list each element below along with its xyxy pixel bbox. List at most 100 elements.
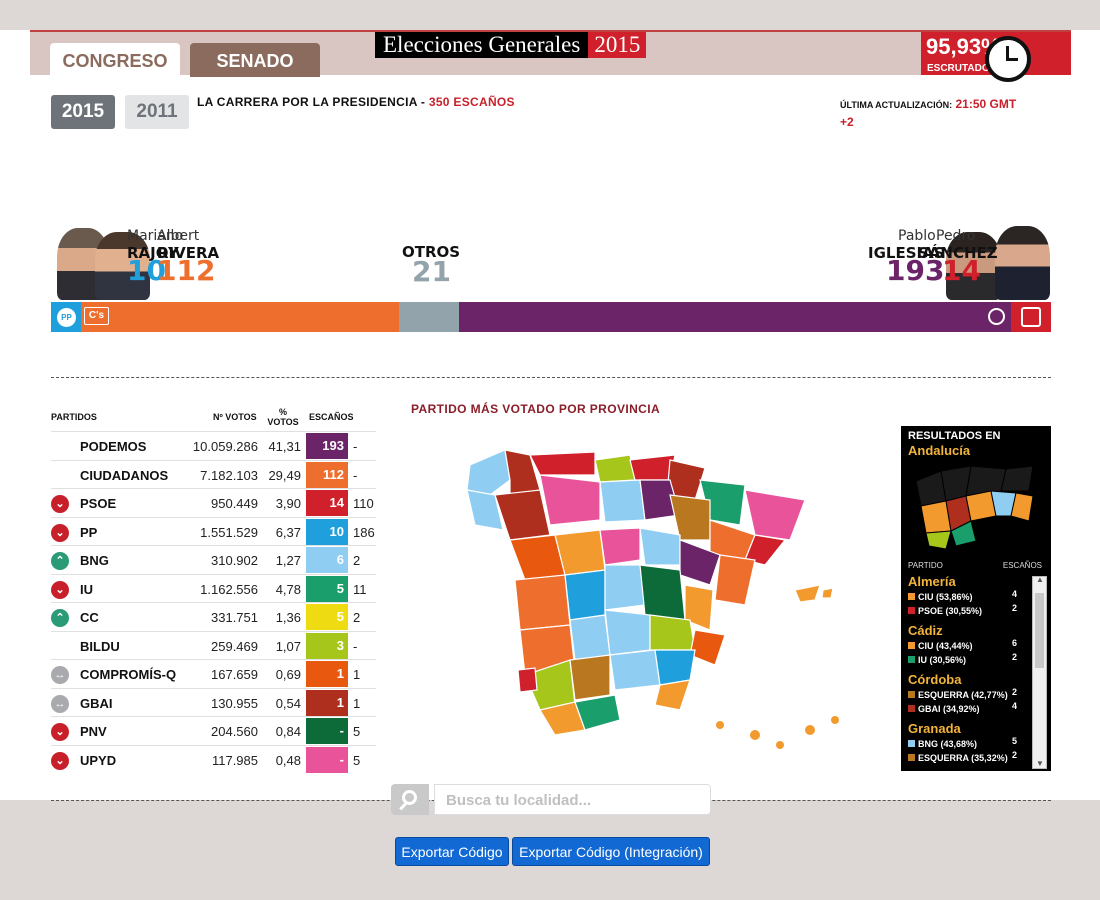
race-label: LA CARRERA POR LA PRESIDENCIA - xyxy=(197,95,426,109)
party-old-seats: 110 xyxy=(353,496,374,511)
region-results-panel: RESULTADOS EN Andalucía PARTIDO ESCAÑOS … xyxy=(901,426,1051,771)
party-name: PNV xyxy=(80,724,107,739)
table-row: ⌃ BNG 310.902 1,27 6 2 xyxy=(51,545,376,574)
header-bar: CONGRESO SENADO Elecciones Generales 201… xyxy=(30,30,1071,77)
party-pct: 0,69 xyxy=(275,667,301,682)
sanchez-photo xyxy=(995,226,1050,300)
search-input[interactable]: Busca tu localidad... xyxy=(434,784,711,815)
last-update: ÚLTIMA ACTUALIZACIÓN: 21:50 GMT +2 xyxy=(840,96,1040,131)
party-pct: 0,48 xyxy=(275,752,301,768)
province-shape xyxy=(514,574,571,631)
trend-up-icon: ⌃ xyxy=(51,609,69,627)
party-color-swatch xyxy=(908,593,915,600)
party-name: PSOE xyxy=(80,496,117,511)
candidate-otros: OTROS 21 xyxy=(402,243,460,288)
year-2015-button[interactable]: 2015 xyxy=(51,95,115,129)
party-color-swatch xyxy=(908,656,915,663)
table-row: PODEMOS 10.059.286 41,31 193- xyxy=(51,431,376,460)
party-seats: 1 xyxy=(306,689,348,716)
party-pct: 1,07 xyxy=(275,638,301,654)
party-color-swatch xyxy=(908,607,915,614)
result-seats: 4 xyxy=(1012,589,1018,599)
party-votes: 310.902 xyxy=(211,553,258,568)
export-code-button[interactable]: Exportar Código xyxy=(395,837,509,866)
result-label: ESQUERRA (35,32%) xyxy=(918,753,1008,763)
sanchez-first-name: Pedro xyxy=(936,228,976,244)
table-row: ⌄ UPYD 117.985 0,48-5 xyxy=(51,744,376,774)
result-seats: 2 xyxy=(1012,687,1018,697)
province-name: Granada xyxy=(908,721,961,736)
province-shape xyxy=(539,474,601,526)
party-old-seats: 2 xyxy=(353,553,361,568)
party-old-seats: 11 xyxy=(353,581,367,597)
party-old-seats: - xyxy=(353,439,358,454)
panel-title: RESULTADOS EN xyxy=(908,430,1001,442)
export-code-integration-button[interactable]: Exportar Código (Integración) xyxy=(512,837,710,866)
pp-logo-icon: PP xyxy=(57,308,76,327)
elections-title-year: 2015 xyxy=(588,32,647,58)
scroll-down-icon[interactable]: ▼ xyxy=(1036,759,1044,768)
elections-title-text: Elecciones Generales xyxy=(375,32,589,58)
province-shape xyxy=(494,489,551,541)
divider-top xyxy=(51,377,1051,378)
province-shape xyxy=(669,494,711,541)
party-name: COMPROMÍS-Q xyxy=(80,667,177,682)
top-band xyxy=(0,0,1100,30)
island-shape xyxy=(831,716,839,724)
province-result: BNG (43,68%) xyxy=(908,739,977,749)
party-votes: 7.182.103 xyxy=(200,467,258,483)
trend-down-icon: ⌄ xyxy=(51,495,69,513)
panel-col-seats: ESCAÑOS xyxy=(1002,561,1042,570)
tab-senado[interactable]: SENADO xyxy=(190,43,320,77)
scroll-thumb[interactable] xyxy=(1035,593,1044,668)
th-partidos: PARTIDOS xyxy=(51,412,97,422)
province-result: ESQUERRA (42,77%) xyxy=(908,690,1008,700)
province-shape xyxy=(821,587,834,599)
panel-col-party: PARTIDO xyxy=(908,561,943,570)
result-label: ESQUERRA (42,77%) xyxy=(918,690,1008,700)
result-label: PSOE (30,55%) xyxy=(918,606,983,616)
party-old-seats: 1 xyxy=(353,667,361,682)
locality-search: Busca tu localidad... xyxy=(391,784,711,815)
race-seats: 350 ESCAÑOS xyxy=(428,95,515,109)
province-shape xyxy=(599,527,641,566)
province-result: CIU (53,86%) xyxy=(908,592,973,602)
table-row: ⌄ IU 1.162.556 4,78 5 11 xyxy=(51,573,376,603)
party-name: IU xyxy=(80,581,93,597)
party-votes: 167.659 xyxy=(211,667,258,682)
province-shape xyxy=(599,479,646,523)
year-2011-button[interactable]: 2011 xyxy=(125,95,189,129)
party-pct: 1,27 xyxy=(275,553,301,568)
scroll-up-icon[interactable]: ▲ xyxy=(1036,575,1044,584)
party-votes: 130.955 xyxy=(211,695,258,711)
province-name: Cádiz xyxy=(908,623,943,638)
party-name: CC xyxy=(80,610,99,625)
bar-psoe xyxy=(1011,302,1051,332)
party-seats: 5 xyxy=(306,604,348,630)
province-shape xyxy=(569,614,611,661)
clock-icon[interactable] xyxy=(985,36,1031,82)
party-color-swatch xyxy=(908,705,915,712)
trend-same-icon: ↔ xyxy=(51,694,69,713)
party-pct: 6,37 xyxy=(275,524,301,540)
party-seats: 112 xyxy=(306,461,348,488)
panel-scrollbar[interactable]: ▲ ▼ xyxy=(1032,575,1047,769)
party-old-seats: 186 xyxy=(353,524,375,540)
party-pct: 4,78 xyxy=(275,581,301,597)
seat-race-bar: PP C's xyxy=(51,302,1051,332)
table-row: ⌄ PP 1.551.529 6,37 10 186 xyxy=(51,516,376,546)
party-votes: 10.059.286 xyxy=(192,439,258,454)
province-shape xyxy=(654,679,691,711)
party-pct: 3,90 xyxy=(275,496,301,511)
podemos-logo-icon xyxy=(988,308,1005,325)
party-name: BILDU xyxy=(80,638,120,654)
province-result: PSOE (30,55%) xyxy=(908,606,982,616)
province-shape xyxy=(639,527,681,566)
party-name: UPYD xyxy=(80,752,117,768)
rivera-first-name: Albert xyxy=(157,228,200,244)
party-pct: 29,49 xyxy=(268,467,301,483)
search-icon[interactable] xyxy=(391,784,429,815)
party-old-seats: 1 xyxy=(353,695,361,711)
island-shape xyxy=(805,725,815,735)
tab-congreso[interactable]: CONGRESO xyxy=(50,43,180,77)
